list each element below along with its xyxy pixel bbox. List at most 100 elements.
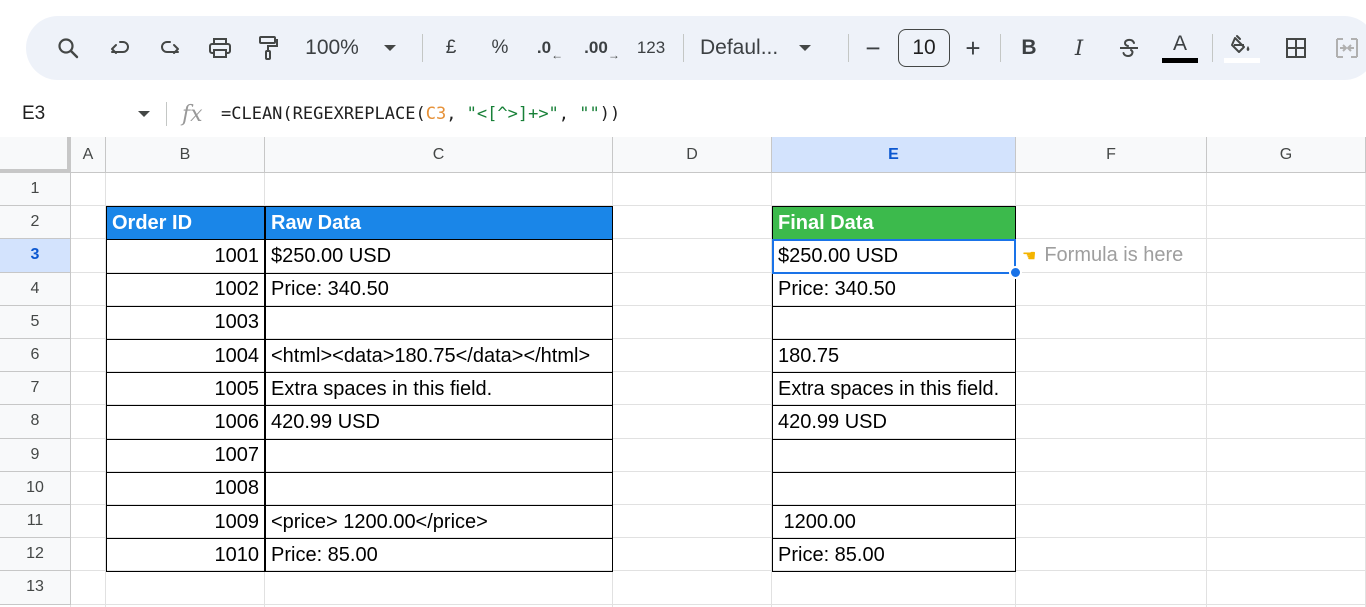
decrease-font-size-button[interactable]: − <box>858 16 888 80</box>
sheet-grid[interactable]: A B C D E F G 1 2 3 4 5 6 7 8 9 10 11 12 13 Order ID Raw Data… <box>0 137 1366 607</box>
select-all-corner[interactable] <box>0 137 71 173</box>
formula-part: =CLEAN(REGEXREPLACE( <box>221 104 426 124</box>
print-button[interactable] <box>198 16 242 80</box>
final-data-cell[interactable]: 420.99 USD <box>772 405 1016 440</box>
row-header-1[interactable]: 1 <box>0 173 71 207</box>
more-formats-button[interactable]: 123 <box>632 16 670 80</box>
plus-label: + <box>965 32 981 63</box>
text-color-label: A <box>1172 31 1187 55</box>
merge-cells-button[interactable] <box>1328 16 1366 80</box>
row-header-5[interactable]: 5 <box>0 305 71 339</box>
raw-data-cell[interactable]: <price> 1200.00</price> <box>265 505 613 540</box>
order-id-cell[interactable]: 1009 <box>106 505 265 540</box>
column-header-e[interactable]: E <box>772 137 1016 173</box>
row-header-13[interactable]: 13 <box>0 571 71 605</box>
decrease-decimal-button[interactable]: .0 ← <box>530 16 570 80</box>
row-header-11[interactable]: 11 <box>0 505 71 539</box>
final-data-cell[interactable] <box>772 305 1016 340</box>
row-header-6[interactable]: 6 <box>0 339 71 373</box>
name-box[interactable]: E3 <box>22 94 45 134</box>
fill-color-button[interactable] <box>1222 16 1262 80</box>
row-header-8[interactable]: 8 <box>0 405 71 439</box>
row-header-7[interactable]: 7 <box>0 372 71 406</box>
strikethrough-button[interactable] <box>1112 16 1146 80</box>
row-header-3[interactable]: 3 <box>0 239 71 273</box>
row-header-12[interactable]: 12 <box>0 538 71 572</box>
order-id-cell[interactable]: 1003 <box>106 305 265 340</box>
fill-handle[interactable] <box>1009 265 1022 279</box>
header-final-data[interactable]: Final Data <box>772 206 1016 241</box>
bold-button[interactable]: B <box>1012 16 1046 80</box>
text-color-bar <box>1162 57 1198 63</box>
text-color-button[interactable]: A <box>1160 16 1200 80</box>
order-id-cell[interactable]: 1010 <box>106 538 265 573</box>
percent-format-button[interactable]: % <box>482 16 518 80</box>
raw-data-cell[interactable]: $250.00 USD <box>265 239 613 274</box>
final-data-cell[interactable] <box>772 471 1016 506</box>
zoom-select[interactable]: 100% <box>300 16 410 80</box>
order-id-cell[interactable]: 1006 <box>106 405 265 440</box>
redo-icon <box>161 41 179 54</box>
font-size-input[interactable]: 10 <box>898 29 950 67</box>
row-header-2[interactable]: 2 <box>0 206 71 240</box>
raw-data-cell[interactable]: Price: 85.00 <box>265 538 613 573</box>
increase-decimal-button[interactable]: .00 → <box>582 16 622 80</box>
raw-data-cell[interactable] <box>265 438 613 473</box>
toolbar-divider <box>683 34 684 62</box>
column-header-c[interactable]: C <box>265 137 613 173</box>
order-id-cell[interactable]: 1002 <box>106 272 265 307</box>
column-header-f[interactable]: F <box>1016 137 1207 173</box>
raw-data-cell[interactable] <box>265 305 613 340</box>
raw-data-cell[interactable]: 420.99 USD <box>265 405 613 440</box>
raw-data-cell[interactable]: <html><data>180.75</data></html> <box>265 339 613 374</box>
order-id-cell[interactable]: 1008 <box>106 471 265 506</box>
column-header-g[interactable]: G <box>1207 137 1366 173</box>
row-header-4[interactable]: 4 <box>0 272 71 306</box>
final-data-cell[interactable]: 180.75 <box>772 339 1016 374</box>
undo-button[interactable] <box>100 16 140 80</box>
final-data-cell[interactable]: 1200.00 <box>772 505 1016 540</box>
column-header-d[interactable]: D <box>613 137 772 173</box>
column-header-a[interactable]: A <box>71 137 106 173</box>
order-id-cell[interactable]: 1007 <box>106 438 265 473</box>
formula-part: , <box>558 104 580 124</box>
row-header-10[interactable]: 10 <box>0 471 71 505</box>
order-id-cell[interactable]: 1001 <box>106 239 265 274</box>
redo-button[interactable] <box>150 16 190 80</box>
row-gridline <box>71 603 1366 605</box>
column-header-b[interactable]: B <box>106 137 265 173</box>
formula-string-literal: "" <box>579 104 600 124</box>
toolbar-divider <box>422 34 423 62</box>
final-data-cell[interactable] <box>772 438 1016 473</box>
paint-format-button[interactable] <box>248 16 288 80</box>
formula-string-literal: "<[^>]+>" <box>466 104 559 124</box>
chevron-down-icon <box>799 45 812 51</box>
fill-color-bar <box>1224 57 1260 63</box>
final-data-cell[interactable]: Price: 340.50 <box>772 272 1016 307</box>
formula-input[interactable]: =CLEAN(REGEXREPLACE(C3, "<[^>]+>", "")) <box>221 94 620 134</box>
decrease-decimal-label: .0 <box>536 38 552 57</box>
order-id-cell[interactable]: 1005 <box>106 372 265 407</box>
raw-data-cell[interactable]: Extra spaces in this field. <box>265 372 613 407</box>
raw-data-cell[interactable]: Price: 340.50 <box>265 272 613 307</box>
raw-data-cell[interactable] <box>265 471 613 506</box>
search-icon <box>58 38 79 59</box>
chevron-down-icon[interactable] <box>134 104 154 124</box>
borders-icon <box>1286 38 1306 58</box>
search-menus-button[interactable] <box>48 16 88 80</box>
borders-button[interactable] <box>1276 16 1316 80</box>
formula-note: ☚ Formula is here <box>1022 239 1183 272</box>
italic-button[interactable]: I <box>1062 16 1096 80</box>
final-data-cell[interactable]: Extra spaces in this field. <box>772 372 1016 407</box>
currency-format-button[interactable]: £ <box>435 16 467 80</box>
header-order-id[interactable]: Order ID <box>106 206 265 241</box>
order-id-cell[interactable]: 1004 <box>106 339 265 374</box>
formula-part: )) <box>599 104 621 124</box>
font-select[interactable]: Defaul... <box>700 16 840 80</box>
increase-font-size-button[interactable]: + <box>958 16 988 80</box>
strikethrough-icon <box>1120 38 1138 58</box>
final-data-cell[interactable]: $250.00 USD <box>772 239 1016 274</box>
header-raw-data[interactable]: Raw Data <box>265 206 613 241</box>
row-header-9[interactable]: 9 <box>0 438 71 472</box>
final-data-cell[interactable]: Price: 85.00 <box>772 538 1016 573</box>
